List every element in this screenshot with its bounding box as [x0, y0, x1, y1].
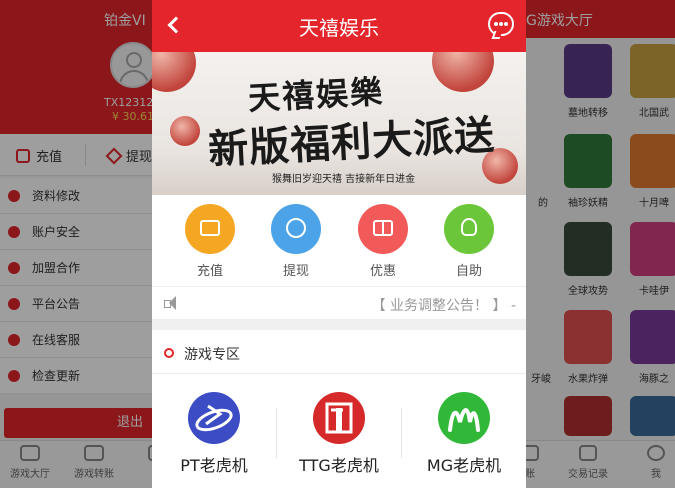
- game-name: MG老虎机: [426, 456, 502, 475]
- chat-button[interactable]: [488, 12, 514, 36]
- ttg-logo-icon: [313, 392, 365, 444]
- chat-dot: [499, 22, 503, 26]
- announcement-text: 【 业务调整公告！ 】 -: [371, 298, 516, 314]
- game-zone-title: 游戏专区: [184, 347, 240, 363]
- announcement-bar[interactable]: 【 业务调整公告！ 】 -: [152, 286, 526, 320]
- gift-icon: [373, 220, 393, 236]
- quick-label: 自助: [455, 264, 482, 279]
- carousel-indicator: [322, 189, 346, 195]
- game-pt-slots[interactable]: PT老虎机: [152, 392, 276, 476]
- quick-recharge[interactable]: 充值: [174, 204, 246, 279]
- promo-banner[interactable]: 天禧娱樂 新版福利大派送 猴舞旧岁迎天禧 吉接新年日进金: [152, 52, 526, 195]
- chat-dot: [504, 22, 508, 26]
- quick-promotions[interactable]: 优惠: [347, 204, 419, 279]
- promotions-circle: [358, 204, 408, 254]
- quick-self-service[interactable]: 自助: [433, 204, 505, 279]
- recharge-circle: [185, 204, 235, 254]
- section-gap: [152, 320, 526, 330]
- pt-logo-icon: [188, 392, 240, 444]
- self-service-circle: [444, 204, 494, 254]
- game-ttg-slots[interactable]: TTG老虎机: [277, 392, 401, 476]
- page-title: 天禧娱乐: [299, 16, 379, 40]
- banner-subtitle: 猴舞旧岁迎天禧 吉接新年日进金: [272, 174, 416, 185]
- lantern-decoration: [152, 52, 196, 92]
- game-zone-header: 游戏专区: [152, 330, 526, 374]
- circle-bullet-icon: [164, 348, 174, 358]
- quick-label: 优惠: [369, 264, 396, 279]
- quick-withdraw[interactable]: 提现: [260, 204, 332, 279]
- game-name: TTG老虎机: [299, 456, 379, 475]
- withdraw-circle: [271, 204, 321, 254]
- mg-logo-icon: [438, 392, 490, 444]
- lightbulb-icon: [461, 218, 477, 236]
- upload-icon: [286, 218, 306, 238]
- quick-label: 充值: [196, 264, 223, 279]
- game-zone-list: PT老虎机 TTG老虎机 MG老虎机: [152, 374, 526, 488]
- quick-actions: 充值 提现 优惠 自助: [152, 200, 526, 284]
- wallet-icon: [200, 220, 220, 236]
- game-mg-slots[interactable]: MG老虎机: [402, 392, 526, 476]
- top-bar: 天禧娱乐: [152, 0, 526, 52]
- lantern-decoration: [170, 116, 200, 146]
- home-screen: 天禧娱乐 天禧娱樂 新版福利大派送 猴舞旧岁迎天禧 吉接新年日进金 充值 提现 …: [152, 0, 526, 488]
- game-name: PT老虎机: [180, 456, 248, 475]
- chat-bubble-icon: [494, 22, 498, 26]
- quick-label: 提现: [282, 264, 309, 279]
- lantern-decoration: [432, 52, 494, 92]
- speaker-icon: [164, 296, 182, 310]
